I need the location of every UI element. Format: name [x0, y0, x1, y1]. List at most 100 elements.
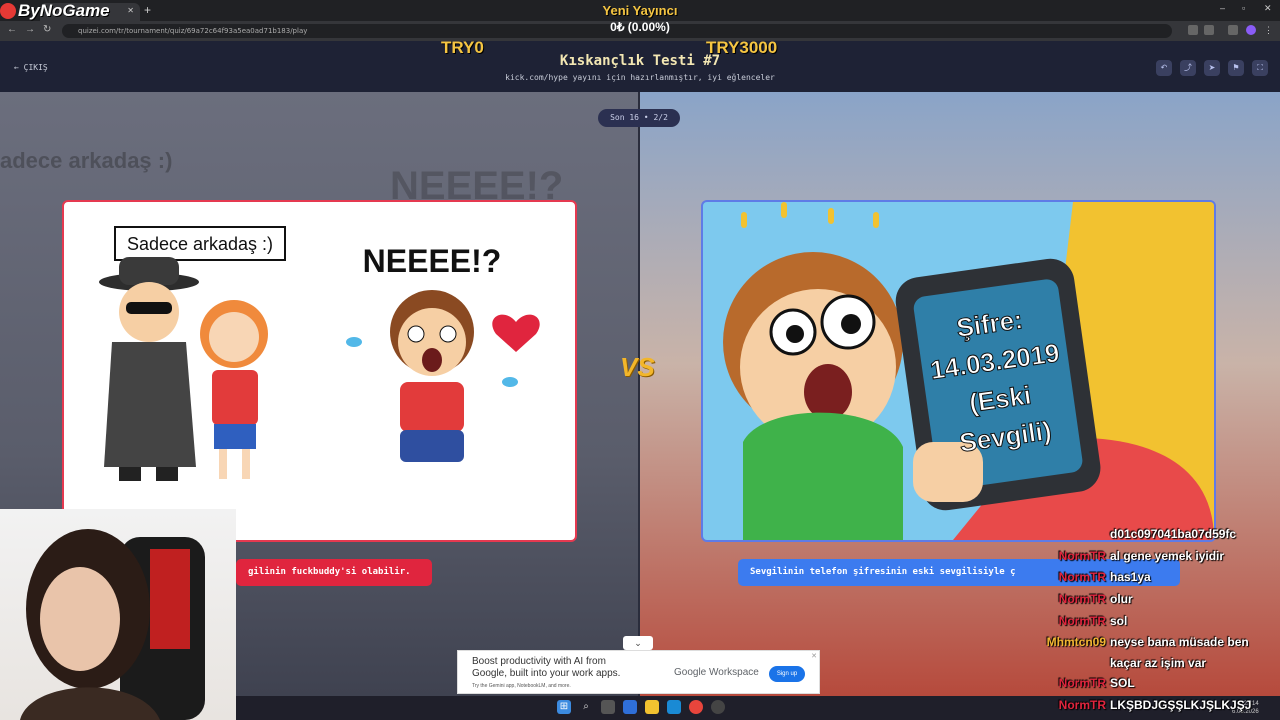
- vs-badge: VS: [620, 352, 655, 382]
- chrome-icon[interactable]: [689, 700, 703, 714]
- girl-skirt: [214, 424, 256, 449]
- bookmark-icon[interactable]: [1204, 25, 1214, 35]
- boy-shirt: [400, 382, 464, 432]
- shout-text: NEEEE!?: [363, 243, 502, 279]
- maximize-icon[interactable]: ▫: [1242, 3, 1245, 13]
- left-option-image: Sadece arkadaş :) NEEEE!?: [99, 226, 540, 481]
- chat-text: has1ya: [1110, 570, 1151, 584]
- edge-icon[interactable]: [667, 700, 681, 714]
- chat-message: NormTR has1ya: [1030, 567, 1280, 588]
- chat-text: SOL: [1110, 676, 1135, 690]
- right-option-image: Şifre: 14.03.2019 (Eski Sevgili): [723, 202, 1214, 540]
- chat-username: NormTR: [1058, 614, 1106, 628]
- exit-label: ÇIKIŞ: [23, 63, 48, 72]
- menu-icon[interactable]: ⋮: [1264, 25, 1274, 35]
- chat-text: d01c097041ba07d59fc: [1110, 527, 1237, 541]
- boy-pupil: [786, 325, 804, 343]
- left-background-text: adece arkadaş :): [0, 148, 173, 173]
- obs-icon[interactable]: [711, 700, 725, 714]
- right-amount: TRY3000: [706, 38, 778, 57]
- left-amount: TRY0: [441, 38, 484, 57]
- left-option-card[interactable]: Sadece arkadaş :) NEEEE!?: [62, 200, 577, 542]
- reload-icon[interactable]: ↻: [43, 24, 51, 35]
- back-icon[interactable]: ←: [7, 24, 17, 35]
- shock-line: [828, 208, 834, 224]
- quiz-subtitle: kick.com/hype yayını için hazırlanmıştır…: [505, 73, 775, 82]
- spy-glasses: [126, 302, 172, 314]
- tear-drop: [346, 337, 362, 347]
- chat-message: NormTR al gene yemek iyidir: [1030, 546, 1280, 567]
- chat-username: NormTR: [1058, 570, 1106, 584]
- profile-avatar[interactable]: [1246, 25, 1256, 35]
- brand-logo: ByNoGame: [0, 1, 110, 21]
- left-option-caption[interactable]: gilinin fuckbuddy'si olabilir.: [236, 559, 432, 586]
- boy-pupil: [841, 314, 861, 334]
- chat-text: neyse bana müsade ben kaçar az işim var: [1110, 635, 1249, 670]
- chevron-down-icon[interactable]: ⌄: [623, 636, 653, 650]
- tear-drop: [502, 377, 518, 387]
- search-icon[interactable]: ⌕: [579, 700, 593, 714]
- shock-line: [741, 212, 747, 228]
- fullscreen-icon[interactable]: ⛶: [1252, 60, 1268, 76]
- minimize-icon[interactable]: –: [1220, 3, 1225, 13]
- chat-message: NormTR LKŞBDJGŞŞLKJŞLKJŞJ: [1030, 695, 1280, 716]
- brand-name: ByNoGame: [18, 1, 110, 20]
- girl-leg: [242, 449, 250, 479]
- chat-overlay: d01c097041ba07d59fc NormTR al gene yemek i…: [1030, 505, 1280, 720]
- spy-hat: [119, 257, 179, 285]
- flag-icon[interactable]: ⚑: [1228, 60, 1244, 76]
- broken-heart-icon: [492, 314, 540, 352]
- girl-shirt: [212, 370, 258, 425]
- boy-eye: [407, 325, 425, 343]
- shock-line: [873, 212, 879, 228]
- boy-mouth: [422, 348, 442, 372]
- task-view-icon[interactable]: [601, 700, 615, 714]
- chat-text: al gene yemek iyidir: [1110, 549, 1225, 563]
- chat-text: sol: [1110, 614, 1128, 628]
- new-tab-button[interactable]: +: [144, 3, 151, 17]
- chat-message: NormTR SOL: [1030, 673, 1280, 694]
- spy-coat: [104, 342, 196, 467]
- webcam-overlay: [0, 509, 236, 720]
- translate-icon[interactable]: [1188, 25, 1198, 35]
- copilot-icon[interactable]: [623, 700, 637, 714]
- chat-username: NormTR: [1058, 676, 1106, 690]
- chair-stripe: [150, 549, 190, 649]
- undo-icon[interactable]: ↶: [1156, 60, 1172, 76]
- chat-username: NormTR: [1058, 592, 1106, 606]
- chat-text: LKŞBDJGŞŞLKJŞLKJŞJ: [1110, 698, 1252, 712]
- forward-icon[interactable]: →: [25, 24, 35, 35]
- chat-message: NormTR sol: [1030, 611, 1280, 632]
- file-explorer-icon[interactable]: [645, 700, 659, 714]
- right-option-card[interactable]: Şifre: 14.03.2019 (Eski Sevgili): [701, 200, 1216, 542]
- boy-shirt: [743, 412, 903, 540]
- chat-username: NormTR: [1058, 549, 1106, 563]
- new-streamer-label: Yeni Yayıncı: [602, 3, 678, 18]
- boy-eye: [439, 325, 457, 343]
- ad-signup-button[interactable]: Sign up: [769, 666, 805, 682]
- ad-headline: Boost productivity with AI from Google, …: [472, 656, 621, 679]
- boy-pants: [400, 430, 464, 462]
- logo-icon: [0, 3, 16, 19]
- ad-banner[interactable]: Boost productivity with AI from Google, …: [457, 650, 820, 694]
- exit-button[interactable]: ← ÇIKIŞ: [14, 63, 48, 72]
- send-icon[interactable]: ➤: [1204, 60, 1220, 76]
- ad-brand: Google Workspace: [674, 667, 759, 678]
- share-icon[interactable]: ⤴: [1180, 60, 1196, 76]
- extensions-icon[interactable]: [1228, 25, 1238, 35]
- shock-line: [781, 202, 787, 218]
- ad-subtext: Try the Gemini app, NotebookLM, and more…: [472, 683, 571, 689]
- streamer-video: [20, 529, 205, 720]
- boy-mouth: [804, 364, 852, 420]
- girl-leg: [219, 449, 227, 479]
- streamer-face: [40, 567, 120, 671]
- close-tab-icon[interactable]: ✕: [127, 6, 134, 15]
- chat-username: Mhmtcn09: [1046, 635, 1106, 649]
- ad-close-icon[interactable]: ✕: [811, 652, 817, 660]
- speech-text: Sadece arkadaş :): [127, 234, 273, 254]
- window-close-icon[interactable]: ✕: [1264, 3, 1272, 14]
- spy-shoe: [156, 467, 178, 481]
- center-divider: [638, 92, 640, 696]
- quiz-header: ← ÇIKIŞ Kıskançlık Testi #7 kick.com/hyp…: [0, 41, 1280, 92]
- start-icon[interactable]: ⊞: [557, 700, 571, 714]
